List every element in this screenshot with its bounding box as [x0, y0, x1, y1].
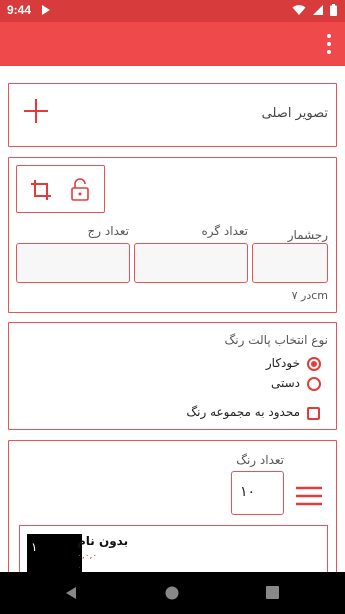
- unit-note: در ۷cm: [291, 289, 328, 302]
- status-bar: 9:44: [0, 0, 345, 22]
- preview-panel: ۱ بدون نام ۰,۰,۰ ۰: [19, 525, 328, 576]
- back-icon[interactable]: [64, 586, 78, 600]
- manual-option-radio[interactable]: [307, 377, 321, 391]
- lock-open-icon[interactable]: [70, 178, 90, 202]
- status-time: 9:44: [7, 3, 32, 17]
- knot-count-label: تعداد گره: [201, 224, 248, 238]
- auto-option-label[interactable]: خودکار: [266, 356, 300, 370]
- preview-rgb: ۰,۰,۰: [77, 551, 98, 561]
- play-store-icon: [42, 5, 50, 15]
- color-count-card: تعداد رنگ ۱۰ ۱ بدون نام ۰,۰,۰ ۰: [8, 440, 337, 590]
- palette-card: نوع انتخاب پالت رنگ خودکار دستی محدود به…: [8, 322, 337, 430]
- battery-icon: [330, 4, 337, 16]
- add-image-icon[interactable]: [23, 98, 49, 124]
- preview-name: بدون نام: [77, 534, 129, 548]
- crop-tools-box: [16, 165, 105, 213]
- weft-count-label: رجشمار: [287, 228, 328, 242]
- home-icon[interactable]: [164, 585, 180, 601]
- wifi-icon: [292, 5, 306, 15]
- color-count-value: ۱۰: [240, 484, 256, 500]
- crop-icon[interactable]: [30, 179, 52, 201]
- row-count-input[interactable]: [16, 243, 130, 283]
- overflow-menu-icon[interactable]: [325, 34, 333, 54]
- recents-icon[interactable]: [266, 586, 279, 599]
- knot-count-input[interactable]: [134, 243, 248, 283]
- preview-badge: ۱: [31, 540, 38, 554]
- weft-count-input[interactable]: [252, 243, 328, 283]
- color-count-label: تعداد رنگ: [236, 453, 284, 467]
- menu-icon[interactable]: [296, 486, 322, 506]
- main-image-label: تصویر اصلی: [261, 106, 328, 121]
- palette-title: نوع انتخاب پالت رنگ: [224, 333, 328, 347]
- dimensions-card: رجشمار تعداد گره تعداد رج در ۷cm: [8, 157, 337, 313]
- color-count-input[interactable]: ۱۰: [231, 471, 284, 515]
- manual-option-label[interactable]: دستی: [271, 376, 300, 390]
- main-image-card[interactable]: تصویر اصلی: [8, 83, 337, 147]
- navigation-bar: [0, 572, 345, 614]
- app-bar: [0, 22, 345, 66]
- limit-colors-checkbox[interactable]: [307, 407, 320, 420]
- auto-option-radio[interactable]: [307, 357, 321, 371]
- preview-swatch: ۱: [27, 534, 82, 576]
- limit-colors-label[interactable]: محدود به مجموعه رنگ: [186, 405, 300, 419]
- signal-icon: [313, 5, 323, 15]
- row-count-label: تعداد رج: [87, 224, 129, 238]
